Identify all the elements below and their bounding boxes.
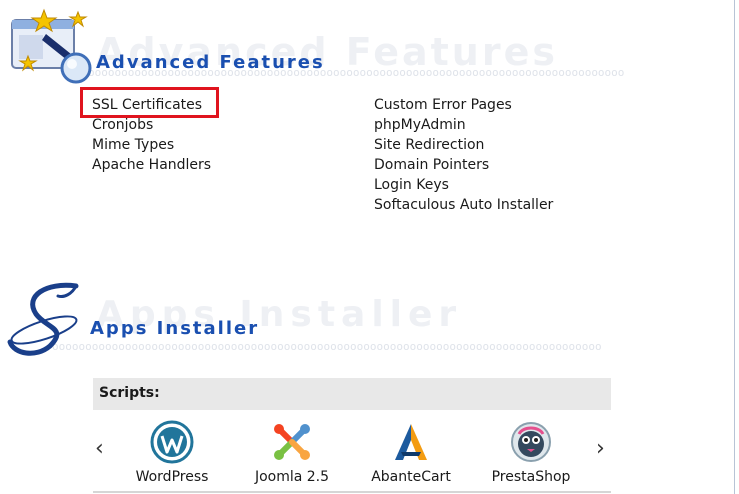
script-name: AbanteCart [371,469,451,485]
scripts-next-arrow[interactable]: › [596,436,605,461]
scripts-bottom-border [93,491,611,493]
softaculous-s-icon [7,282,79,356]
panel-right-border [734,0,735,494]
link-cronjobs[interactable]: Cronjobs [92,115,211,135]
apps-installer-title: Apps Installer [90,318,260,339]
link-custom-error-pages[interactable]: Custom Error Pages [374,95,553,115]
link-site-redirection[interactable]: Site Redirection [374,135,553,155]
advanced-features-header: Advanced Features oooooooooooooooooooooo… [0,0,734,90]
script-wordpress[interactable]: WordPress [117,420,227,485]
link-softaculous-auto-installer[interactable]: Softaculous Auto Installer [374,195,553,215]
script-name: Joomla 2.5 [254,469,330,485]
abantecart-icon [395,424,427,460]
link-phpmyadmin[interactable]: phpMyAdmin [374,115,553,135]
link-domain-pointers[interactable]: Domain Pointers [374,155,553,175]
script-prestashop[interactable]: PrestaShop [476,420,586,485]
apps-installer-header: Apps Installer ooooooooooooooooooooooooo… [0,270,734,370]
link-apache-handlers[interactable]: Apache Handlers [92,155,211,175]
script-name: WordPress [135,469,209,485]
link-mime-types[interactable]: Mime Types [92,135,211,155]
script-joomla[interactable]: Joomla 2.5 [237,420,347,485]
prestashop-icon [511,422,551,462]
advanced-features-icon [11,8,92,84]
advanced-features-right-links: Custom Error Pages phpMyAdmin Site Redir… [374,95,553,215]
link-login-keys[interactable]: Login Keys [374,175,553,195]
joomla-icon [274,424,310,460]
wordpress-icon [150,420,194,464]
ssl-certificates-highlight [80,87,219,118]
script-abantecart[interactable]: AbanteCart [356,420,466,485]
scripts-bar: Scripts: [93,378,611,410]
script-name: PrestaShop [491,469,571,485]
scripts-prev-arrow[interactable]: ‹ [95,436,104,461]
advanced-features-title: Advanced Features [96,52,325,73]
scripts-label: Scripts: [99,385,160,401]
apps-installer-ghost-row: oooooooooooooooooooooooooooooooooooooooo… [52,340,602,353]
